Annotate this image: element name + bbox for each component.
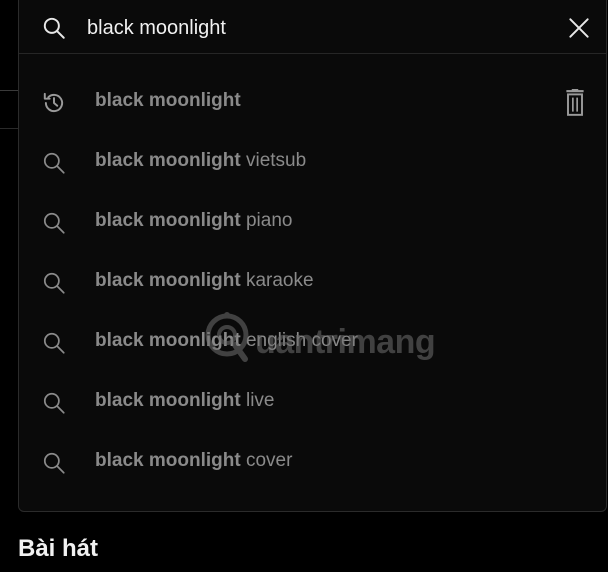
background-divider (0, 90, 18, 91)
search-icon (43, 332, 65, 354)
suggestion-label: black moonlight (95, 90, 241, 111)
suggestion-item[interactable]: black moonlight vietsub (19, 133, 606, 193)
trash-icon[interactable] (564, 89, 586, 117)
search-icon (43, 152, 65, 174)
section-heading-songs: Bài hát (18, 535, 99, 562)
suggestion-item[interactable]: black moonlight piano (19, 193, 606, 253)
suggestion-label: black moonlight english cover (95, 330, 358, 351)
suggestion-item[interactable]: black moonlight live (19, 373, 606, 433)
suggestion-item[interactable]: black moonlight cover (19, 433, 606, 493)
suggestion-item[interactable]: black moonlight karaoke (19, 253, 606, 313)
suggestion-label: black moonlight piano (95, 210, 293, 231)
suggestion-label: black moonlight live (95, 390, 275, 411)
suggestion-label: black moonlight vietsub (95, 150, 307, 171)
search-input[interactable] (87, 13, 547, 43)
suggestion-label: black moonlight karaoke (95, 270, 314, 291)
background-divider (0, 128, 18, 129)
search-icon[interactable] (41, 15, 67, 41)
suggestion-list: black moonlight black moonlight vietsub (19, 73, 606, 493)
search-icon (43, 272, 65, 294)
page: black moonlight black moonlight vietsub (0, 0, 608, 572)
history-icon (43, 92, 64, 113)
suggestion-label: black moonlight cover (95, 450, 293, 471)
close-icon[interactable] (566, 15, 592, 41)
search-bar (19, 0, 606, 54)
search-dropdown: black moonlight black moonlight vietsub (18, 0, 607, 512)
search-icon (43, 212, 65, 234)
search-icon (43, 452, 65, 474)
suggestion-item[interactable]: black moonlight english cover (19, 313, 606, 373)
search-icon (43, 392, 65, 414)
suggestion-history-item[interactable]: black moonlight (19, 73, 606, 133)
